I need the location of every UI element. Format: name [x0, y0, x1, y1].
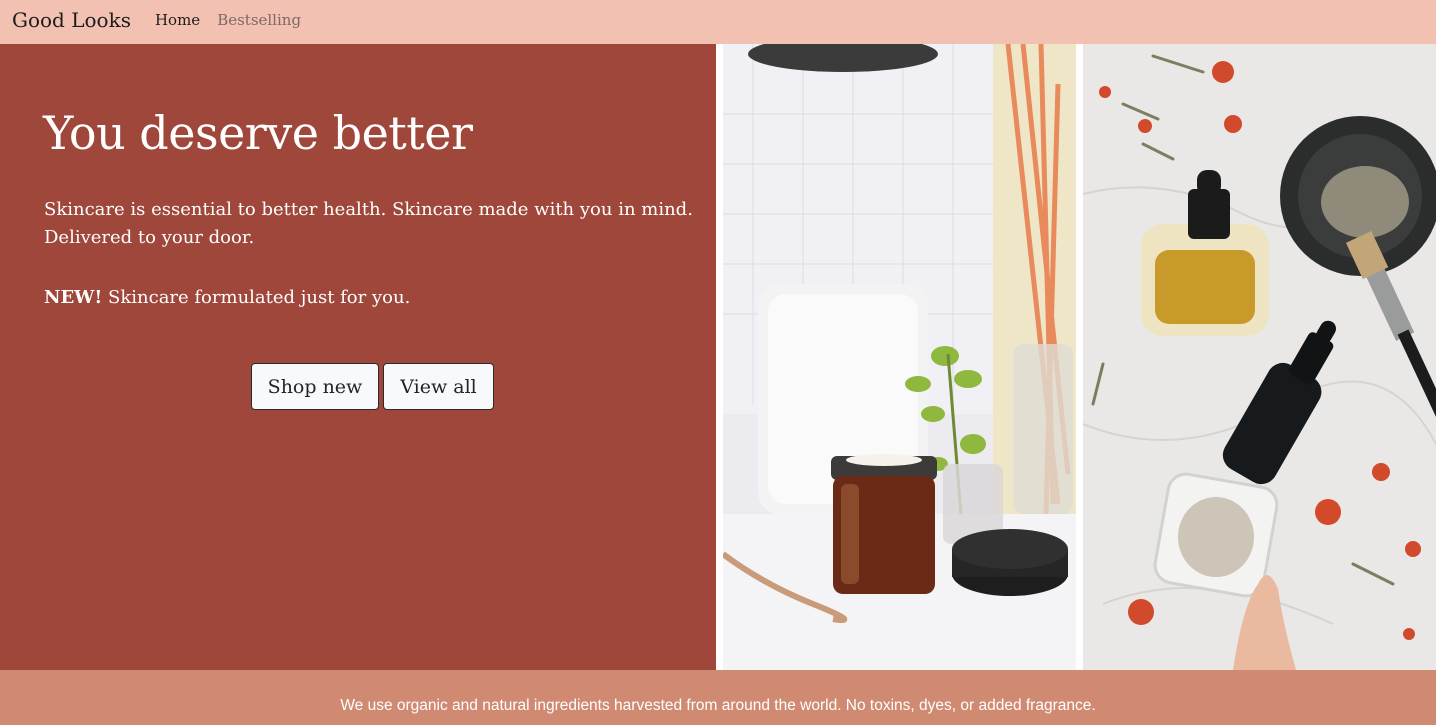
hero-title: You deserve better	[43, 106, 473, 160]
brand-logo[interactable]: Good Looks	[12, 8, 131, 32]
navbar: Good Looks Home Bestselling	[0, 0, 1436, 44]
hero-new-announcement: NEW! Skincare formulated just for you.	[44, 287, 410, 308]
view-all-button[interactable]: View all	[383, 363, 494, 410]
new-badge: NEW!	[44, 287, 103, 308]
new-text: Skincare formulated just for you.	[102, 287, 411, 308]
hero-section: You deserve better Skincare is essential…	[0, 44, 716, 670]
footer-banner: We use organic and natural ingredients h…	[0, 670, 1436, 725]
footer-text: We use organic and natural ingredients h…	[340, 697, 1096, 714]
product-photo-jar	[723, 44, 1076, 670]
nav-link-bestselling[interactable]: Bestselling	[217, 11, 301, 29]
hero-lead: Skincare is essential to better health. …	[44, 199, 693, 248]
nav-link-home[interactable]: Home	[155, 11, 200, 29]
product-photo-serums	[1083, 44, 1436, 670]
shop-new-button[interactable]: Shop new	[251, 363, 379, 410]
